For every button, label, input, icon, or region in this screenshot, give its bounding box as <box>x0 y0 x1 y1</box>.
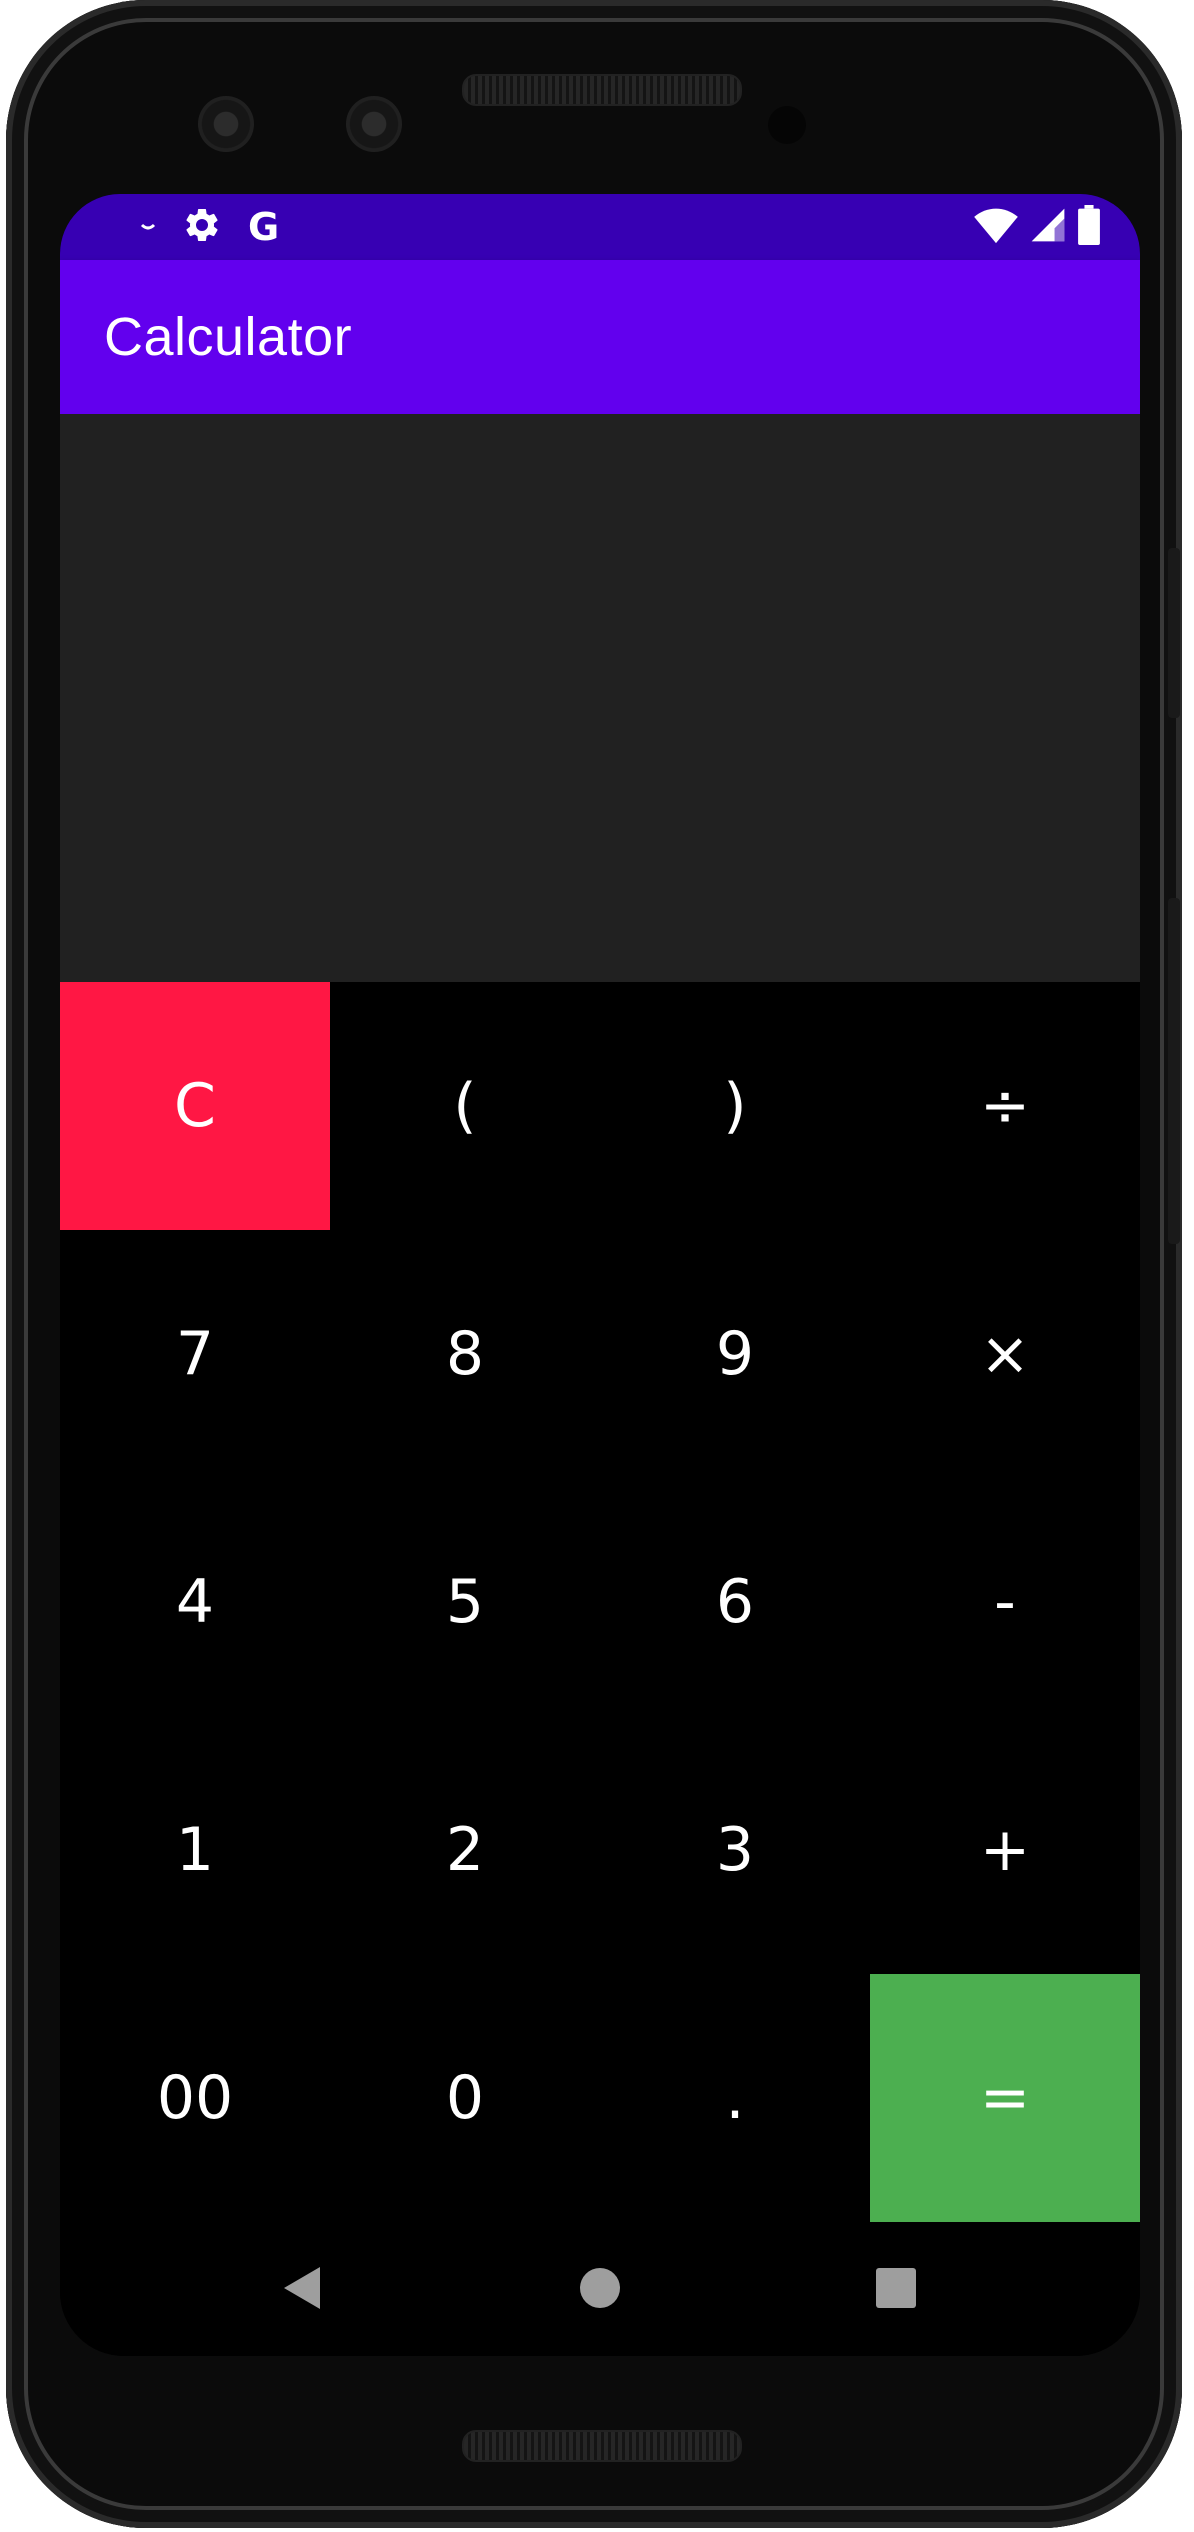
digit-2-button[interactable]: 2 <box>330 1726 600 1974</box>
key-label: 00 <box>156 2063 234 2133</box>
notification-dot-icon <box>140 217 156 238</box>
app-bar: Calculator <box>60 260 1140 414</box>
key-label: ÷ <box>979 1071 1031 1141</box>
volume-button <box>1168 548 1180 718</box>
screen: G Calculator C ( ) ÷ 7 8 9 × 4 5 6 - 1 2… <box>60 194 1140 2356</box>
battery-icon <box>1078 204 1100 250</box>
digit-9-button[interactable]: 9 <box>600 1230 870 1478</box>
multiply-button[interactable]: × <box>870 1230 1140 1478</box>
key-label: 3 <box>715 1815 755 1885</box>
digit-0-button[interactable]: 0 <box>330 1974 600 2222</box>
page-title: Calculator <box>104 307 353 367</box>
phone-frame: G Calculator C ( ) ÷ 7 8 9 × 4 5 6 - 1 2… <box>6 0 1182 2528</box>
digit-6-button[interactable]: 6 <box>600 1478 870 1726</box>
key-label: 6 <box>715 1567 755 1637</box>
open-paren-button[interactable]: ( <box>330 982 600 1230</box>
earpiece-speaker <box>462 74 742 106</box>
key-label: ) <box>723 1071 747 1141</box>
cellular-signal-icon <box>1030 205 1066 250</box>
status-bar: G <box>60 194 1140 260</box>
clear-button[interactable]: C <box>60 982 330 1230</box>
home-circle-icon <box>579 2267 621 2314</box>
power-button <box>1168 898 1180 1244</box>
keypad: C ( ) ÷ 7 8 9 × 4 5 6 - 1 2 3 + 00 0 . = <box>60 982 1140 2222</box>
recents-square-icon <box>875 2267 917 2314</box>
digit-5-button[interactable]: 5 <box>330 1478 600 1726</box>
key-label: 1 <box>175 1815 215 1885</box>
front-camera-lens <box>198 96 254 152</box>
key-label: 0 <box>445 2063 485 2133</box>
digit-7-button[interactable]: 7 <box>60 1230 330 1478</box>
key-label: 2 <box>445 1815 485 1885</box>
key-label: 7 <box>175 1319 215 1389</box>
divide-button[interactable]: ÷ <box>870 982 1140 1230</box>
wifi-icon <box>974 205 1018 250</box>
close-paren-button[interactable]: ) <box>600 982 870 1230</box>
proximity-sensor <box>768 106 806 144</box>
key-label: + <box>979 1815 1031 1885</box>
decimal-point-button[interactable]: . <box>600 1974 870 2222</box>
key-label: . <box>725 2063 745 2133</box>
key-label: = <box>979 2063 1031 2133</box>
key-label: ( <box>453 1071 477 1141</box>
subtract-button[interactable]: - <box>870 1478 1140 1726</box>
front-camera-lens <box>346 96 402 152</box>
key-label: C <box>174 1071 216 1141</box>
navigation-bar <box>60 2224 1140 2356</box>
digit-3-button[interactable]: 3 <box>600 1726 870 1974</box>
home-button[interactable] <box>570 2260 630 2320</box>
key-label: × <box>979 1319 1031 1389</box>
google-g-icon: G <box>248 205 280 249</box>
back-triangle-icon <box>280 2263 324 2318</box>
key-label: 5 <box>445 1567 485 1637</box>
settings-gear-icon <box>182 205 222 250</box>
digit-4-button[interactable]: 4 <box>60 1478 330 1726</box>
equals-button[interactable]: = <box>870 1974 1140 2222</box>
key-label: 4 <box>175 1567 215 1637</box>
digit-1-button[interactable]: 1 <box>60 1726 330 1974</box>
bottom-speaker <box>462 2430 742 2462</box>
key-label: 9 <box>715 1319 755 1389</box>
recents-button[interactable] <box>866 2260 926 2320</box>
add-button[interactable]: + <box>870 1726 1140 1974</box>
key-label: 8 <box>445 1319 485 1389</box>
key-label: - <box>994 1567 1016 1637</box>
back-button[interactable] <box>272 2260 332 2320</box>
double-zero-button[interactable]: 00 <box>60 1974 330 2222</box>
digit-8-button[interactable]: 8 <box>330 1230 600 1478</box>
calculator-display <box>60 414 1140 982</box>
